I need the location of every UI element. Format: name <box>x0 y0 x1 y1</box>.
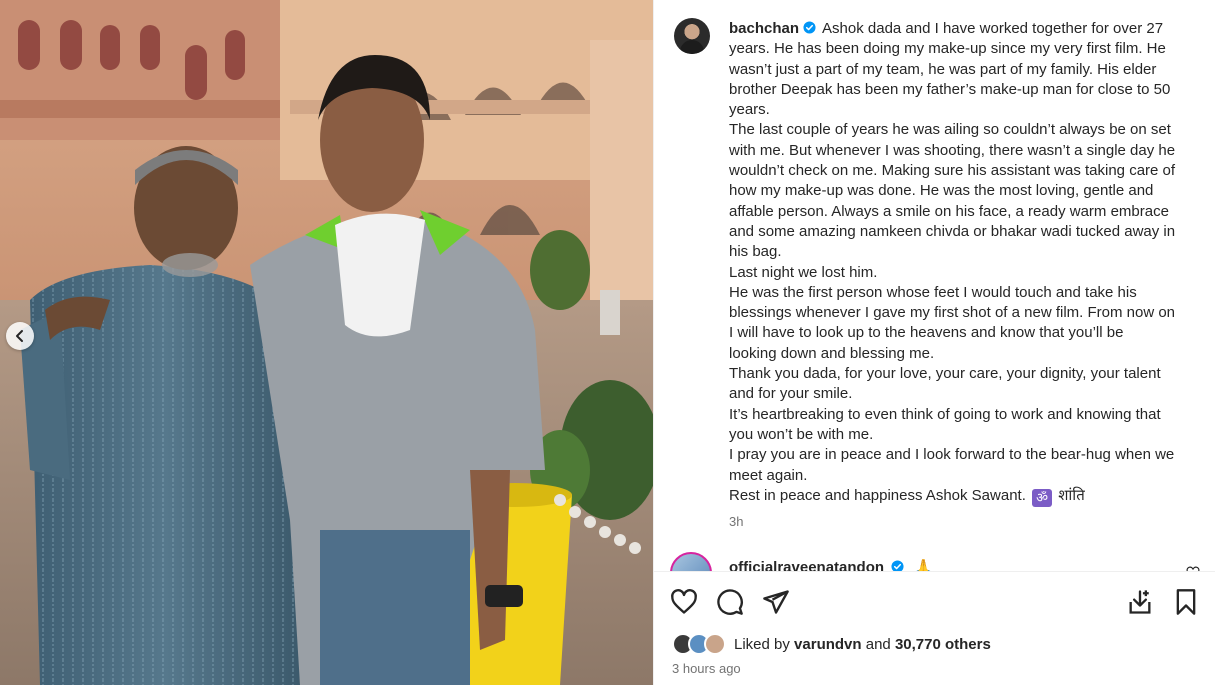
caption-line: years. He has been doing my make-up sinc… <box>729 40 1166 58</box>
caption-line: meet again. <box>729 466 808 484</box>
om-symbol: ॐ <box>1032 488 1053 507</box>
heart-icon[interactable] <box>670 588 698 616</box>
caption-line: affable person. Always a smile on his fa… <box>729 202 1169 220</box>
caption-first-line: bachchan Ashok dada and I have worked tog… <box>729 19 1204 39</box>
commenter-username[interactable]: officialraveenatandon <box>729 559 884 571</box>
caption-line: and for your smile. <box>729 385 853 403</box>
avatar <box>704 633 726 655</box>
likes-text: Liked by varundvn and 30,770 others <box>734 636 991 653</box>
caption-line: how my make-up was done. He was the most… <box>729 182 1154 200</box>
author-avatar[interactable] <box>674 18 710 54</box>
post-caption: bachchan Ashok dada and I have worked tog… <box>729 19 1204 507</box>
comment-emoji: 🙏 <box>914 559 934 571</box>
save-to-collection-icon[interactable] <box>1126 588 1154 616</box>
caption-closing-line: Rest in peace and happiness Ashok Sawant… <box>729 486 1204 507</box>
caption-line: I will have to look up to the heavens an… <box>729 324 1124 342</box>
post-photo[interactable] <box>0 0 653 685</box>
and-label: and <box>865 635 891 653</box>
shanti-text: शांति <box>1058 486 1085 504</box>
caption-line: Ashok dada and I have worked together fo… <box>822 20 1164 37</box>
photo-scene <box>0 0 653 685</box>
chevron-left-icon <box>16 330 23 342</box>
commenter-avatar[interactable] <box>670 552 712 571</box>
caption-line: wouldn’t check on me. Making sure his as… <box>729 162 1176 180</box>
verified-badge-icon <box>891 560 904 571</box>
instagram-post-view: bachchan Ashok dada and I have worked tog… <box>0 0 1215 685</box>
likes-summary: Liked by varundvn and 30,770 others <box>672 632 991 656</box>
caption-line: The last couple of years he was ailing s… <box>729 121 1171 139</box>
share-icon[interactable] <box>762 588 790 616</box>
caption-age[interactable]: 3h <box>729 514 743 529</box>
caption-line: brother Deepak has been my father’s make… <box>729 80 1171 98</box>
post-side-panel: bachchan Ashok dada and I have worked tog… <box>653 0 1215 685</box>
caption-line: his bag. <box>729 243 782 261</box>
author-username[interactable]: bachchan <box>729 20 799 37</box>
caption-line: He was the first person whose feet I wou… <box>729 283 1137 301</box>
caption-line: looking down and blessing me. <box>729 344 935 362</box>
caption-line: It’s heartbreaking to even think of goin… <box>729 405 1161 423</box>
caption-line: and some amazing namkeen chivda or bhaka… <box>729 222 1176 240</box>
liker-avatars[interactable] <box>672 633 734 655</box>
caption-scroll-area[interactable]: bachchan Ashok dada and I have worked tog… <box>654 0 1215 571</box>
commenter-line: officialraveenatandon 🙏 <box>729 558 933 571</box>
likes-count-link[interactable]: 30,770 others <box>895 636 991 653</box>
caption-line: Last night we lost him. <box>729 263 878 281</box>
caption-line: years. <box>729 101 770 119</box>
caption-line: Thank you dada, for your love, your care… <box>729 365 1161 383</box>
post-timestamp[interactable]: 3 hours ago <box>672 661 741 676</box>
caption-line: you won’t be with me. <box>729 425 874 443</box>
liked-by-user-link[interactable]: varundvn <box>794 636 862 653</box>
caption-line: I pray you are in peace and I look forwa… <box>729 446 1175 464</box>
closing-text: Rest in peace and happiness Ashok Sawant… <box>729 486 1026 504</box>
bookmark-icon[interactable] <box>1172 588 1200 616</box>
carousel-previous-button[interactable] <box>6 322 34 350</box>
verified-badge-icon <box>803 21 816 34</box>
comment-row: officialraveenatandon 🙏 <box>668 552 1208 571</box>
post-actions-bar: Liked by varundvn and 30,770 others 3 ho… <box>654 571 1215 685</box>
liked-by-label: Liked by <box>734 635 790 653</box>
caption-line: blessings whenever I gave my first shot … <box>729 304 1176 322</box>
comment-icon[interactable] <box>716 588 744 616</box>
caption-line: wasn’t just a part of my team, he was pa… <box>729 60 1157 78</box>
caption-line: with me. But whenever I was shooting, th… <box>729 141 1176 159</box>
